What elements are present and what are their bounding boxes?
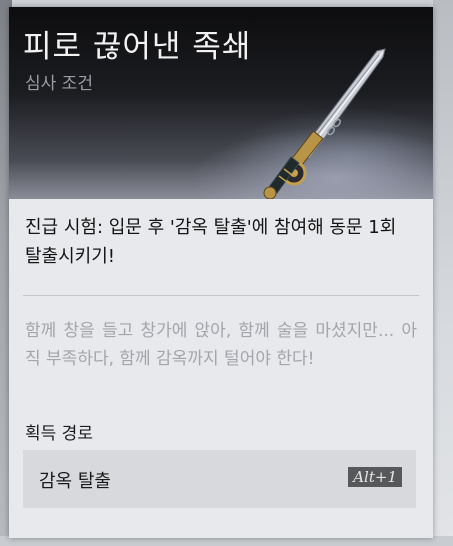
item-title: 피로 끊어낸 족쇄	[23, 29, 252, 65]
item-details: 진급 시험: 입문 후 '감옥 탈출'에 참여해 동문 1회 탈출시키기! 함께…	[9, 199, 433, 538]
shortcut-badge: Alt+1	[348, 467, 402, 487]
requirement-text: 진급 시험: 입문 후 '감옥 탈출'에 참여해 동문 1회 탈출시키기!	[25, 217, 397, 267]
flavor-text: 함께 창을 들고 창가에 앉아, 함께 술을 마셨지만... 아직 부족하다, …	[25, 321, 417, 369]
source-label: 감옥 탈출	[39, 471, 111, 492]
item-hero-banner: 피로 끊어낸 족쇄 심사 조건	[9, 7, 433, 200]
divider	[23, 295, 419, 296]
sword-icon	[263, 48, 386, 200]
acquisition-source-prison-break[interactable]: 감옥 탈출 Alt+1	[23, 450, 416, 508]
background-scene-right	[433, 0, 453, 546]
acquisition-heading: 획득 경로	[25, 424, 93, 444]
item-subtitle: 심사 조건	[25, 74, 93, 94]
item-tooltip-card: 피로 끊어낸 족쇄 심사 조건 진급 시험: 입문 후 '감옥 탈출'에 참여해…	[9, 7, 433, 538]
